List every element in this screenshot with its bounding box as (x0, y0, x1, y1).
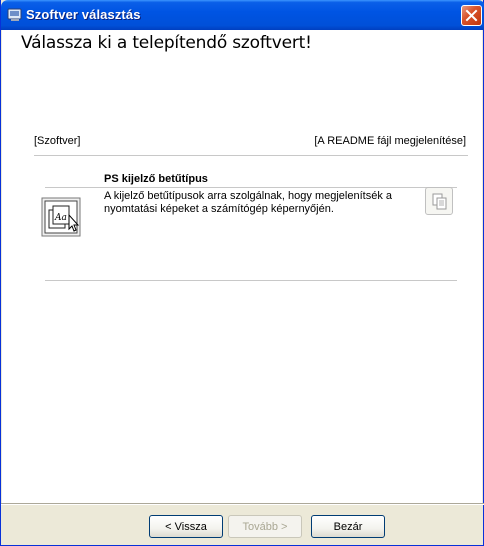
installer-window: Szoftver választás Válassza ki a telepít… (0, 0, 484, 546)
software-item-title: PS kijelző betűtípus (104, 173, 208, 185)
header-divider-top (34, 155, 468, 156)
column-header-readme: [A README fájl megjelenítése] (314, 135, 466, 147)
content-panel (2, 30, 482, 504)
list-divider (45, 280, 457, 281)
title-bar[interactable]: Szoftver választás (1, 0, 484, 30)
back-button[interactable]: < Vissza (149, 515, 223, 538)
window-title: Szoftver választás (26, 7, 141, 22)
software-item-description: A kijelző betűtípusok arra szolgálnak, h… (104, 190, 392, 215)
page-heading: Válassza ki a telepítendő szoftvert! (21, 33, 312, 53)
close-button[interactable]: Bezár (311, 515, 385, 538)
documents-icon (432, 193, 447, 210)
header-divider-bottom (45, 187, 457, 188)
next-button[interactable]: Tovább > (228, 515, 302, 538)
footer-separator (1, 503, 484, 505)
installer-app-icon (7, 7, 23, 23)
close-window-button[interactable] (461, 5, 482, 26)
software-font-icon[interactable]: Aa (41, 168, 101, 240)
close-icon (465, 9, 478, 22)
readme-button[interactable] (425, 187, 453, 215)
column-header-software: [Szoftver] (34, 135, 81, 147)
icon-glyph-text: Aa (54, 213, 67, 223)
